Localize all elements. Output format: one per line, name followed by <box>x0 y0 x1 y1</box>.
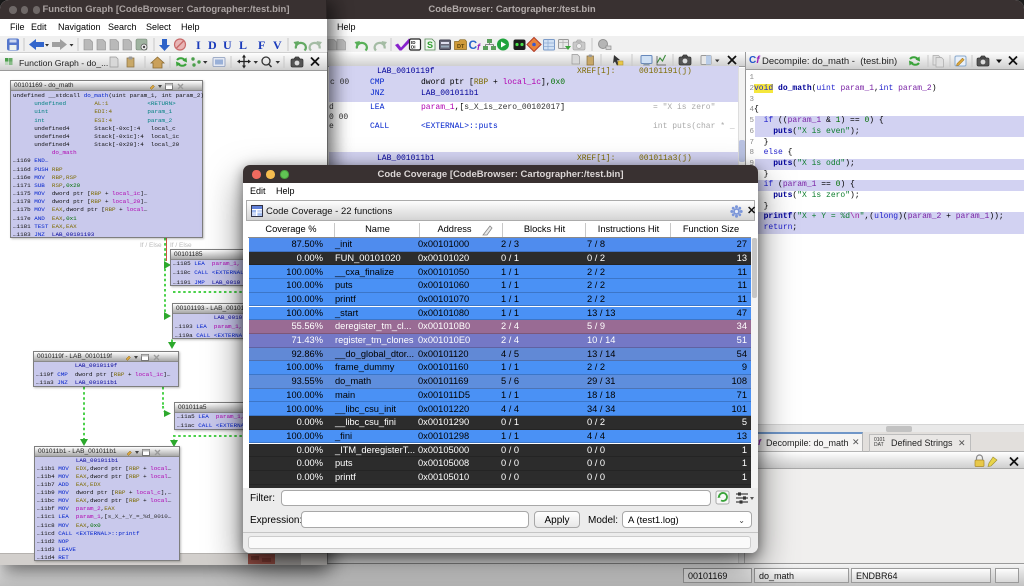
svg-text:f: f <box>477 42 481 52</box>
svg-text:If / Else: If / Else <box>140 242 162 249</box>
svg-text:D: D <box>208 38 217 52</box>
svg-text:I: I <box>196 38 201 52</box>
svg-text:U: U <box>223 38 232 52</box>
svg-text:If / Else: If / Else <box>170 242 192 249</box>
svg-text:DT: DT <box>457 44 465 50</box>
svg-text:V: V <box>273 38 282 52</box>
svg-text:DI: DI <box>411 45 416 50</box>
svg-text:S: S <box>427 40 433 50</box>
svg-text:L: L <box>239 38 247 52</box>
svg-text:F: F <box>258 38 265 52</box>
